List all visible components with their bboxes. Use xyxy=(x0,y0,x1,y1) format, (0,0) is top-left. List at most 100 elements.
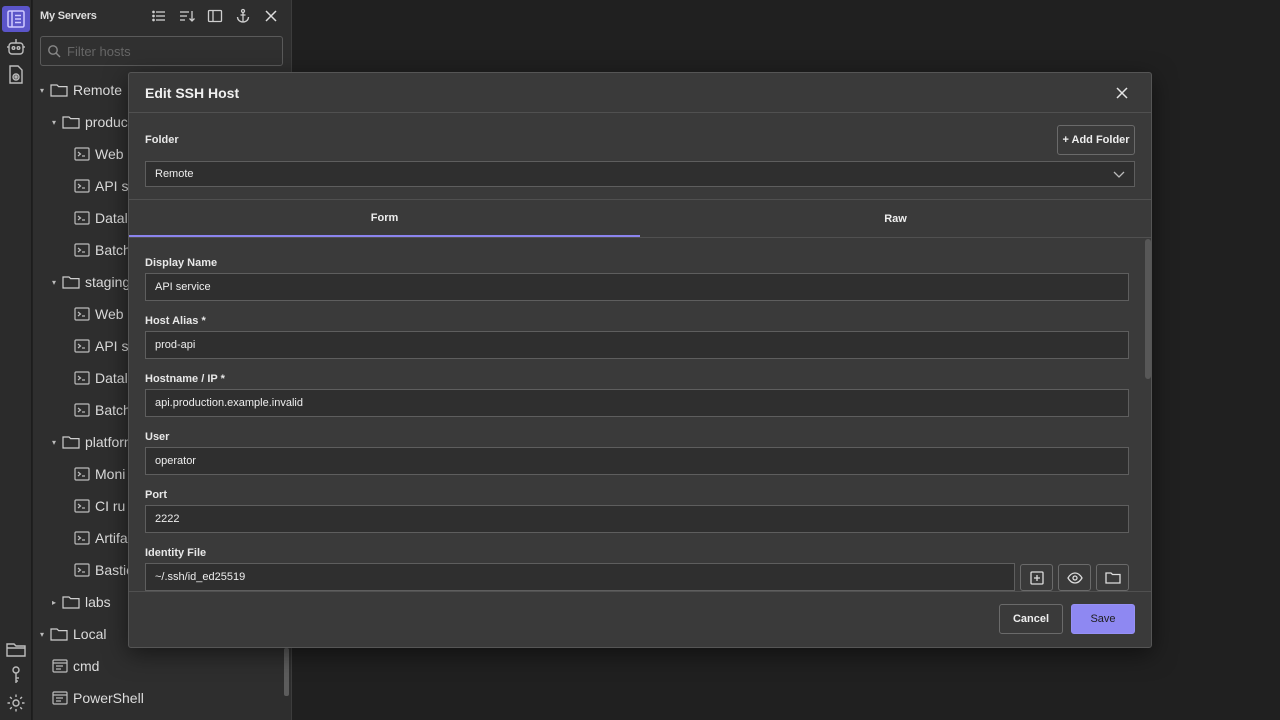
activity-bar xyxy=(0,0,32,720)
dialog-footer: Cancel Save xyxy=(129,591,1151,647)
tree-host[interactable]: Batch xyxy=(74,234,131,266)
tree-folder[interactable]: ▸ labs xyxy=(52,586,111,618)
folder-icon xyxy=(50,627,68,641)
folder-icon xyxy=(62,115,80,129)
folder-select[interactable]: Remote xyxy=(145,161,1135,187)
display-name-input[interactable]: API service xyxy=(145,273,1129,301)
sort-icon[interactable] xyxy=(173,4,201,28)
host-alias-input[interactable]: prod-api xyxy=(145,331,1129,359)
tree-host[interactable]: API s xyxy=(74,170,128,202)
tree-item-label: Batch xyxy=(95,242,131,258)
terminal-icon xyxy=(74,467,90,481)
tab-form[interactable]: Form xyxy=(129,200,640,237)
tree-host[interactable]: Web xyxy=(74,138,124,170)
terminal-icon xyxy=(74,307,90,321)
host-alias-label: Host Alias * xyxy=(145,315,206,327)
tab-bar: Form Raw xyxy=(129,200,1151,238)
port-label: Port xyxy=(145,489,167,501)
tree-item-label: PowerShell xyxy=(73,690,144,706)
identity-file-input[interactable]: ~/.ssh/id_ed25519 xyxy=(145,563,1015,591)
terminal-icon xyxy=(74,243,90,257)
anchor-icon[interactable] xyxy=(229,4,257,28)
close-icon[interactable] xyxy=(1107,78,1137,108)
chevron-down-icon[interactable]: ▾ xyxy=(52,118,62,127)
tree-host[interactable]: API s xyxy=(74,330,128,362)
terminal-icon xyxy=(74,211,90,225)
tree-host[interactable]: Web xyxy=(74,298,124,330)
gear-icon[interactable] xyxy=(2,690,30,716)
list-view-icon[interactable] xyxy=(145,4,173,28)
folder-icon xyxy=(50,83,68,97)
add-key-button[interactable] xyxy=(1020,564,1053,591)
sidebar-title: My Servers xyxy=(40,10,97,22)
dialog-scrollbar[interactable] xyxy=(1145,239,1151,379)
tree-item-label: Datal xyxy=(95,370,128,386)
plus-square-icon xyxy=(1029,570,1044,585)
folder-icon xyxy=(62,595,80,609)
tree-host[interactable]: Bastic xyxy=(74,554,133,586)
tab-raw[interactable]: Raw xyxy=(640,200,1151,237)
tree-item-label: Local xyxy=(73,626,107,642)
key-icon[interactable] xyxy=(2,662,30,688)
form-area: Display Name API service Host Alias * pr… xyxy=(129,239,1151,592)
robot-icon[interactable] xyxy=(2,34,30,60)
tree-folder[interactable]: ▾ platform xyxy=(52,426,136,458)
hostname-label: Hostname / IP * xyxy=(145,373,225,385)
tree-host[interactable]: Datal xyxy=(74,362,128,394)
chevron-right-icon[interactable]: ▸ xyxy=(52,598,62,607)
filter-hosts-field[interactable] xyxy=(40,36,283,66)
tree-host[interactable]: CI ru xyxy=(74,490,125,522)
tree-folder[interactable]: ▾ Remote xyxy=(40,74,122,106)
tree-host[interactable]: Batch xyxy=(74,394,131,426)
tree-item-label: API s xyxy=(95,178,129,194)
chevron-down-icon xyxy=(1113,171,1125,178)
tree-host[interactable]: Artifa xyxy=(74,522,128,554)
tree-host[interactable]: cmd xyxy=(52,650,99,682)
terminal-icon xyxy=(74,179,90,193)
search-icon xyxy=(48,45,61,58)
terminal-icon xyxy=(74,563,90,577)
add-folder-button[interactable]: + Add Folder xyxy=(1057,125,1135,155)
tree-item-label: API s xyxy=(95,338,129,354)
terminal-icon xyxy=(74,403,90,417)
split-panel-icon[interactable] xyxy=(201,4,229,28)
console-icon xyxy=(52,691,68,705)
tree-item-label: staging xyxy=(85,274,131,290)
user-label: User xyxy=(145,431,170,443)
port-input[interactable]: 2222 xyxy=(145,505,1129,533)
terminal-icon xyxy=(74,531,90,545)
console-icon xyxy=(52,659,68,673)
tree-host[interactable]: Moni xyxy=(74,458,125,490)
tree-item-label: CI ru xyxy=(95,498,126,514)
tree-host[interactable]: PowerShell xyxy=(52,682,144,714)
tree-item-label: labs xyxy=(85,594,111,610)
folder-panel-icon[interactable] xyxy=(2,636,30,662)
tree-host[interactable]: Datal xyxy=(74,202,128,234)
dialog-title: Edit SSH Host xyxy=(145,84,240,101)
view-key-button[interactable] xyxy=(1058,564,1091,591)
tree-folder[interactable]: ▾ staging xyxy=(52,266,130,298)
display-name-label: Display Name xyxy=(145,257,218,269)
folder-icon xyxy=(1104,572,1121,584)
chevron-down-icon[interactable]: ▾ xyxy=(52,278,62,287)
tree-item-label: Moni xyxy=(95,466,126,482)
tree-item-label: Artifa xyxy=(95,530,128,546)
cancel-button[interactable]: Cancel xyxy=(999,604,1063,634)
chevron-down-icon[interactable]: ▾ xyxy=(52,438,62,447)
tree-item-label: Datal xyxy=(95,210,128,226)
close-sidebar-icon[interactable] xyxy=(257,4,285,28)
tree-folder[interactable]: ▾ Local xyxy=(40,618,106,650)
chevron-down-icon[interactable]: ▾ xyxy=(40,86,50,95)
user-input[interactable]: operator xyxy=(145,447,1129,475)
explorer-icon[interactable] xyxy=(2,6,30,32)
filter-hosts-input[interactable] xyxy=(67,43,267,59)
file-preview-icon[interactable] xyxy=(2,62,30,88)
chevron-down-icon[interactable]: ▾ xyxy=(40,630,50,639)
browse-key-button[interactable] xyxy=(1096,564,1129,591)
folder-select-value: Remote xyxy=(155,168,194,180)
identity-file-label: Identity File xyxy=(145,547,207,559)
save-button[interactable]: Save xyxy=(1071,604,1135,634)
folder-label: Folder xyxy=(145,134,179,146)
hostname-input[interactable]: api.production.example.invalid xyxy=(145,389,1129,417)
sidebar-scrollbar[interactable] xyxy=(284,648,289,696)
